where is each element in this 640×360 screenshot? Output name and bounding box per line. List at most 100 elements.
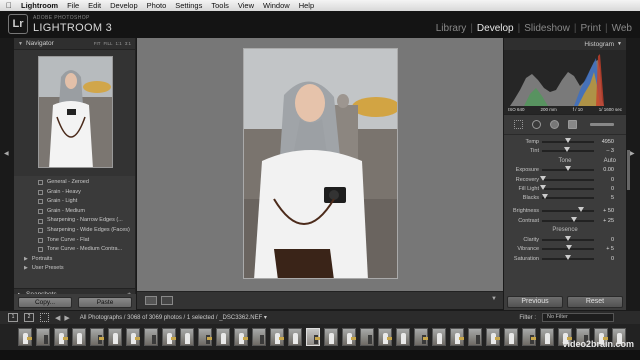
preset-item[interactable]: Grain - Heavy bbox=[14, 188, 135, 198]
previous-button[interactable]: Previous bbox=[507, 296, 563, 308]
menu-tools[interactable]: Tools bbox=[211, 1, 229, 10]
filmstrip-thumbnail[interactable] bbox=[36, 328, 50, 346]
menu-help[interactable]: Help bbox=[299, 1, 314, 10]
preset-item[interactable]: Sharpening - Wide Edges (Faces) bbox=[14, 226, 135, 236]
filmstrip-thumbnail[interactable] bbox=[216, 328, 230, 346]
slider-track[interactable] bbox=[542, 146, 594, 152]
filmstrip-thumbnail[interactable] bbox=[288, 328, 302, 346]
slider-contrast[interactable]: Contrast + 25 bbox=[510, 216, 620, 225]
preset-folder[interactable]: ▶ Portraits bbox=[14, 255, 135, 265]
slider-knob[interactable] bbox=[565, 137, 571, 143]
slider-recovery[interactable]: Recovery 0 bbox=[510, 175, 620, 184]
slider-value[interactable]: + 25 bbox=[594, 218, 614, 224]
filmstrip-thumbnail[interactable] bbox=[522, 328, 536, 346]
filmstrip-thumbnail[interactable] bbox=[378, 328, 392, 346]
filmstrip-thumbnail[interactable] bbox=[450, 328, 464, 346]
slider-exposure[interactable]: Exposure 0.00 bbox=[510, 166, 620, 175]
apple-icon[interactable]:  bbox=[6, 1, 12, 10]
zoom-fill[interactable]: FILL bbox=[103, 41, 112, 46]
preset-item[interactable]: Grain - Medium bbox=[14, 207, 135, 217]
auto-tone-button[interactable]: Auto bbox=[604, 156, 616, 166]
slider-value[interactable]: 0 bbox=[594, 256, 614, 262]
preset-item[interactable]: General - Zeroed bbox=[14, 178, 135, 188]
loupe-view-icon[interactable] bbox=[145, 296, 157, 305]
slider-brightness[interactable]: Brightness + 50 bbox=[510, 207, 620, 216]
filmstrip-thumbnail[interactable] bbox=[126, 328, 140, 346]
filmstrip-thumbnail[interactable] bbox=[486, 328, 500, 346]
filmstrip-thumbnail[interactable] bbox=[324, 328, 338, 346]
slider-track[interactable] bbox=[542, 166, 594, 172]
histogram-header[interactable]: Histogram ▼ bbox=[504, 38, 626, 50]
crop-icon[interactable] bbox=[514, 120, 523, 129]
filmstrip-thumbnail[interactable] bbox=[306, 328, 320, 346]
filmstrip-thumbnail[interactable] bbox=[252, 328, 266, 346]
slider-knob[interactable] bbox=[566, 245, 573, 251]
slider-track[interactable] bbox=[542, 245, 594, 251]
menu-lightroom[interactable]: Lightroom bbox=[21, 1, 58, 10]
zoom-1to1[interactable]: 1:1 bbox=[115, 41, 121, 46]
slider-blacks[interactable]: Blacks 5 bbox=[510, 193, 620, 202]
adjustment-brush-icon[interactable] bbox=[590, 123, 614, 126]
module-web[interactable]: Web bbox=[612, 23, 632, 34]
navigator-preview[interactable] bbox=[14, 50, 135, 176]
slider-value[interactable]: + 5 bbox=[594, 246, 614, 252]
filmstrip-thumbnail[interactable] bbox=[432, 328, 446, 346]
slider-knob[interactable] bbox=[563, 146, 570, 152]
filmstrip-thumbnail[interactable] bbox=[360, 328, 374, 346]
preset-folder[interactable]: ▶ User Presets bbox=[14, 264, 135, 274]
menu-photo[interactable]: Photo bbox=[147, 1, 167, 10]
slider-track[interactable] bbox=[540, 184, 594, 190]
slider-value[interactable]: 0.00 bbox=[594, 167, 614, 173]
filmstrip-thumbnail[interactable] bbox=[504, 328, 518, 346]
slider-track[interactable] bbox=[540, 175, 594, 181]
graduated-filter-icon[interactable] bbox=[568, 120, 577, 129]
slider-value[interactable]: 5 bbox=[594, 195, 614, 201]
slider-knob[interactable] bbox=[565, 254, 571, 260]
slider-value[interactable]: + 50 bbox=[594, 208, 614, 214]
reset-button[interactable]: Reset bbox=[567, 296, 623, 308]
filmstrip-thumbnail[interactable] bbox=[198, 328, 212, 346]
nav-arrows-icon[interactable]: ◀▶ bbox=[55, 314, 74, 322]
menu-settings[interactable]: Settings bbox=[175, 1, 202, 10]
grid-view-icon[interactable] bbox=[40, 313, 49, 322]
preset-item[interactable]: Tone Curve - Medium Contra... bbox=[14, 245, 135, 255]
zoom-fit[interactable]: FIT bbox=[94, 41, 101, 46]
filmstrip-thumbnail[interactable] bbox=[54, 328, 68, 346]
slider-value[interactable]: – 3 bbox=[594, 148, 614, 154]
preset-item[interactable]: Sharpening - Narrow Edges (... bbox=[14, 216, 135, 226]
page-button-1[interactable]: 1 bbox=[8, 313, 18, 322]
slider-value[interactable]: 4950 bbox=[594, 139, 614, 145]
slider-knob[interactable] bbox=[578, 207, 584, 213]
navigator-header[interactable]: ▼ Navigator FIT FILL 1:1 3:1 bbox=[14, 38, 135, 50]
slider-clarity[interactable]: Clarity 0 bbox=[510, 235, 620, 244]
module-slideshow[interactable]: Slideshow bbox=[524, 23, 570, 34]
histogram[interactable]: ISO 640 200 mm f / 10 1/ 1600 sec bbox=[504, 50, 626, 114]
menu-view[interactable]: View bbox=[238, 1, 254, 10]
slider-track[interactable] bbox=[542, 207, 594, 213]
collapse-triangle-icon[interactable]: ▼ bbox=[18, 41, 23, 47]
module-print[interactable]: Print bbox=[580, 23, 601, 34]
filmstrip-thumbnail[interactable] bbox=[180, 328, 194, 346]
filmstrip-thumbnail[interactable] bbox=[72, 328, 86, 346]
right-panel-toggle-icon[interactable]: ▶ bbox=[630, 150, 635, 157]
filmstrip-thumbnail[interactable] bbox=[144, 328, 158, 346]
slider-track[interactable] bbox=[541, 194, 594, 200]
filmstrip-thumbnail[interactable] bbox=[468, 328, 482, 346]
filmstrip-thumbnail[interactable] bbox=[18, 328, 32, 346]
slider-value[interactable]: 0 bbox=[594, 237, 614, 243]
menu-develop[interactable]: Develop bbox=[110, 1, 138, 10]
slider-track[interactable] bbox=[542, 137, 594, 143]
slider-saturation[interactable]: Saturation 0 bbox=[510, 254, 620, 263]
copy-button[interactable]: Copy... bbox=[18, 296, 72, 308]
menu-file[interactable]: File bbox=[67, 1, 79, 10]
page-button-2[interactable]: 2 bbox=[24, 313, 34, 322]
module-library[interactable]: Library bbox=[436, 23, 467, 34]
filmstrip-thumbnail[interactable] bbox=[540, 328, 554, 346]
zoom-3to1[interactable]: 3:1 bbox=[125, 41, 131, 46]
preset-item[interactable]: Tone Curve - Flat bbox=[14, 236, 135, 246]
slider-knob[interactable] bbox=[541, 194, 548, 200]
filmstrip-thumbnail[interactable] bbox=[162, 328, 176, 346]
slider-temp[interactable]: Temp 4950 bbox=[510, 137, 620, 146]
collapse-triangle-icon[interactable]: ▼ bbox=[617, 41, 622, 47]
slider-track[interactable] bbox=[542, 216, 594, 222]
